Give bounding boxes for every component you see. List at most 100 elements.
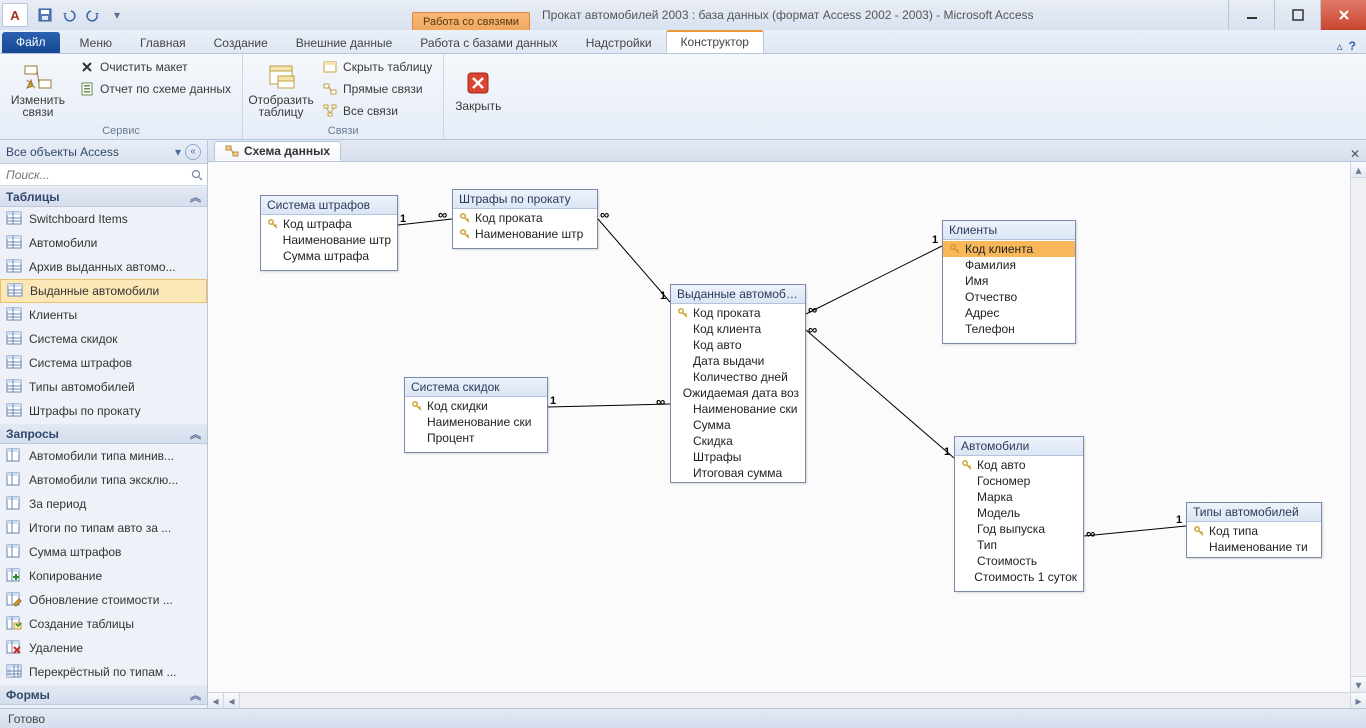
scroll-left-icon[interactable]: ◂ [208, 693, 224, 708]
table-field[interactable]: Код авто [955, 457, 1083, 473]
tab-menu[interactable]: Меню [66, 33, 126, 53]
nav-group-tables[interactable]: Таблицы︽ [0, 186, 207, 207]
tab-database-tools[interactable]: Работа с базами данных [406, 33, 571, 53]
tab-design[interactable]: Конструктор [666, 30, 764, 53]
nav-query-item[interactable]: За период [0, 492, 207, 516]
file-tab[interactable]: Файл [2, 32, 60, 53]
minimize-button[interactable] [1228, 0, 1274, 30]
scroll-left2-icon[interactable]: ◂ [224, 693, 240, 708]
navpane-header[interactable]: Все объекты Access ▾ « [0, 140, 207, 164]
nav-query-item[interactable]: Удаление [0, 636, 207, 660]
search-icon[interactable] [187, 169, 207, 181]
scroll-right-icon[interactable]: ▸ [1350, 693, 1366, 708]
table-box[interactable]: Типы автомобилейКод типаНаименование ти [1186, 502, 1322, 558]
table-field[interactable]: Дата выдачи [671, 353, 805, 369]
table-field[interactable]: Код скидки [405, 398, 547, 414]
hide-table-button[interactable]: Скрыть таблицу [317, 56, 437, 77]
table-field[interactable]: Процент [405, 430, 547, 446]
document-close-icon[interactable]: ✕ [1344, 147, 1366, 161]
table-field[interactable]: Код клиента [671, 321, 805, 337]
table-field[interactable]: Количество дней [671, 369, 805, 385]
table-field[interactable]: Наименование ти [1187, 539, 1321, 555]
table-field[interactable]: Тип [955, 537, 1083, 553]
table-field[interactable]: Сумма [671, 417, 805, 433]
qat-customize-icon[interactable]: ▾ [106, 4, 128, 26]
table-field[interactable]: Адрес [943, 305, 1075, 321]
table-field[interactable]: Наименование ски [405, 414, 547, 430]
minimize-ribbon-icon[interactable]: ▵ [1337, 39, 1343, 53]
table-box[interactable]: Система штрафовКод штрафаНаименование шт… [260, 195, 398, 271]
table-field[interactable]: Код авто [671, 337, 805, 353]
nav-table-item[interactable]: Типы автомобилей [0, 375, 207, 399]
table-box[interactable]: АвтомобилиКод автоГосномерМаркаМодельГод… [954, 436, 1084, 592]
table-field[interactable]: Код типа [1187, 523, 1321, 539]
table-title[interactable]: Клиенты [943, 221, 1075, 240]
relationships-canvas[interactable]: Система штрафовКод штрафаНаименование шт… [208, 162, 1350, 692]
nav-table-item[interactable]: Клиенты [0, 303, 207, 327]
table-title[interactable]: Система штрафов [261, 196, 397, 215]
qat-undo-icon[interactable] [58, 4, 80, 26]
navpane-collapse-icon[interactable]: « [185, 144, 201, 160]
nav-group-queries[interactable]: Запросы︽ [0, 423, 207, 444]
table-title[interactable]: Автомобили [955, 437, 1083, 456]
table-title[interactable]: Типы автомобилей [1187, 503, 1321, 522]
nav-table-item[interactable]: Архив выданных автомо... [0, 255, 207, 279]
table-field[interactable]: Итоговая сумма [671, 465, 805, 481]
edit-relations-button[interactable]: Изменить связи [6, 56, 70, 122]
tab-addins[interactable]: Надстройки [572, 33, 666, 53]
table-title[interactable]: Выданные автомоби... [671, 285, 805, 304]
table-field[interactable]: Телефон [943, 321, 1075, 337]
table-field[interactable]: Код проката [671, 305, 805, 321]
nav-table-item[interactable]: Выданные автомобили [0, 279, 207, 303]
search-input[interactable] [0, 166, 187, 184]
nav-table-item[interactable]: Автомобили [0, 231, 207, 255]
tab-create[interactable]: Создание [200, 33, 282, 53]
relation-report-button[interactable]: Отчет по схеме данных [74, 78, 236, 99]
table-box[interactable]: Система скидокКод скидкиНаименование ски… [404, 377, 548, 453]
table-field[interactable]: Фамилия [943, 257, 1075, 273]
maximize-button[interactable] [1274, 0, 1320, 30]
nav-query-item[interactable]: Копирование [0, 564, 207, 588]
table-field[interactable]: Марка [955, 489, 1083, 505]
table-field[interactable]: Код штрафа [261, 216, 397, 232]
table-field[interactable]: Скидка [671, 433, 805, 449]
table-field[interactable]: Год выпуска [955, 521, 1083, 537]
table-field[interactable]: Отчество [943, 289, 1075, 305]
scroll-up-icon[interactable]: ▴ [1351, 162, 1366, 178]
table-field[interactable]: Наименование штр [261, 232, 397, 248]
navpane-menu-icon[interactable]: ▾ [175, 145, 181, 159]
nav-table-item[interactable]: Switchboard Items [0, 207, 207, 231]
table-field[interactable]: Наименование штр [453, 226, 597, 242]
nav-table-item[interactable]: Система скидок [0, 327, 207, 351]
table-field[interactable]: Ожидаемая дата воз [671, 385, 805, 401]
table-field[interactable]: Наименование ски [671, 401, 805, 417]
table-field[interactable]: Модель [955, 505, 1083, 521]
show-table-button[interactable]: Отобразить таблицу [249, 56, 313, 122]
document-tab[interactable]: Схема данных [214, 141, 341, 161]
table-box[interactable]: Выданные автомоби...Код прокатаКод клиен… [670, 284, 806, 483]
nav-query-item[interactable]: Итоги по типам авто за ... [0, 516, 207, 540]
close-relations-button[interactable]: Закрыть [450, 56, 506, 122]
table-title[interactable]: Система скидок [405, 378, 547, 397]
all-relations-button[interactable]: Все связи [317, 100, 437, 121]
nav-query-item[interactable]: Сумма штрафов [0, 540, 207, 564]
table-box[interactable]: КлиентыКод клиентаФамилияИмяОтчествоАдре… [942, 220, 1076, 344]
vertical-scrollbar[interactable]: ▴ ▾ [1350, 162, 1366, 692]
nav-query-item[interactable]: Создание таблицы [0, 612, 207, 636]
nav-query-item[interactable]: Автомобили типа эксклю... [0, 468, 207, 492]
table-field[interactable]: Имя [943, 273, 1075, 289]
nav-query-item[interactable]: Перекрёстный по типам ... [0, 660, 207, 684]
table-field[interactable]: Стоимость [955, 553, 1083, 569]
tab-home[interactable]: Главная [126, 33, 200, 53]
qat-save-icon[interactable] [34, 4, 56, 26]
table-box[interactable]: Штрафы по прокатуКод прокатаНаименование… [452, 189, 598, 249]
table-title[interactable]: Штрафы по прокату [453, 190, 597, 209]
table-field[interactable]: Штрафы [671, 449, 805, 465]
horizontal-scrollbar[interactable]: ◂ ◂ ▸ [208, 692, 1366, 708]
close-button[interactable] [1320, 0, 1366, 30]
scroll-down-icon[interactable]: ▾ [1351, 676, 1366, 692]
nav-query-item[interactable]: Обновление стоимости ... [0, 588, 207, 612]
nav-query-item[interactable]: Автомобили типа минив... [0, 444, 207, 468]
direct-relations-button[interactable]: Прямые связи [317, 78, 437, 99]
table-field[interactable]: Код клиента [943, 241, 1075, 257]
